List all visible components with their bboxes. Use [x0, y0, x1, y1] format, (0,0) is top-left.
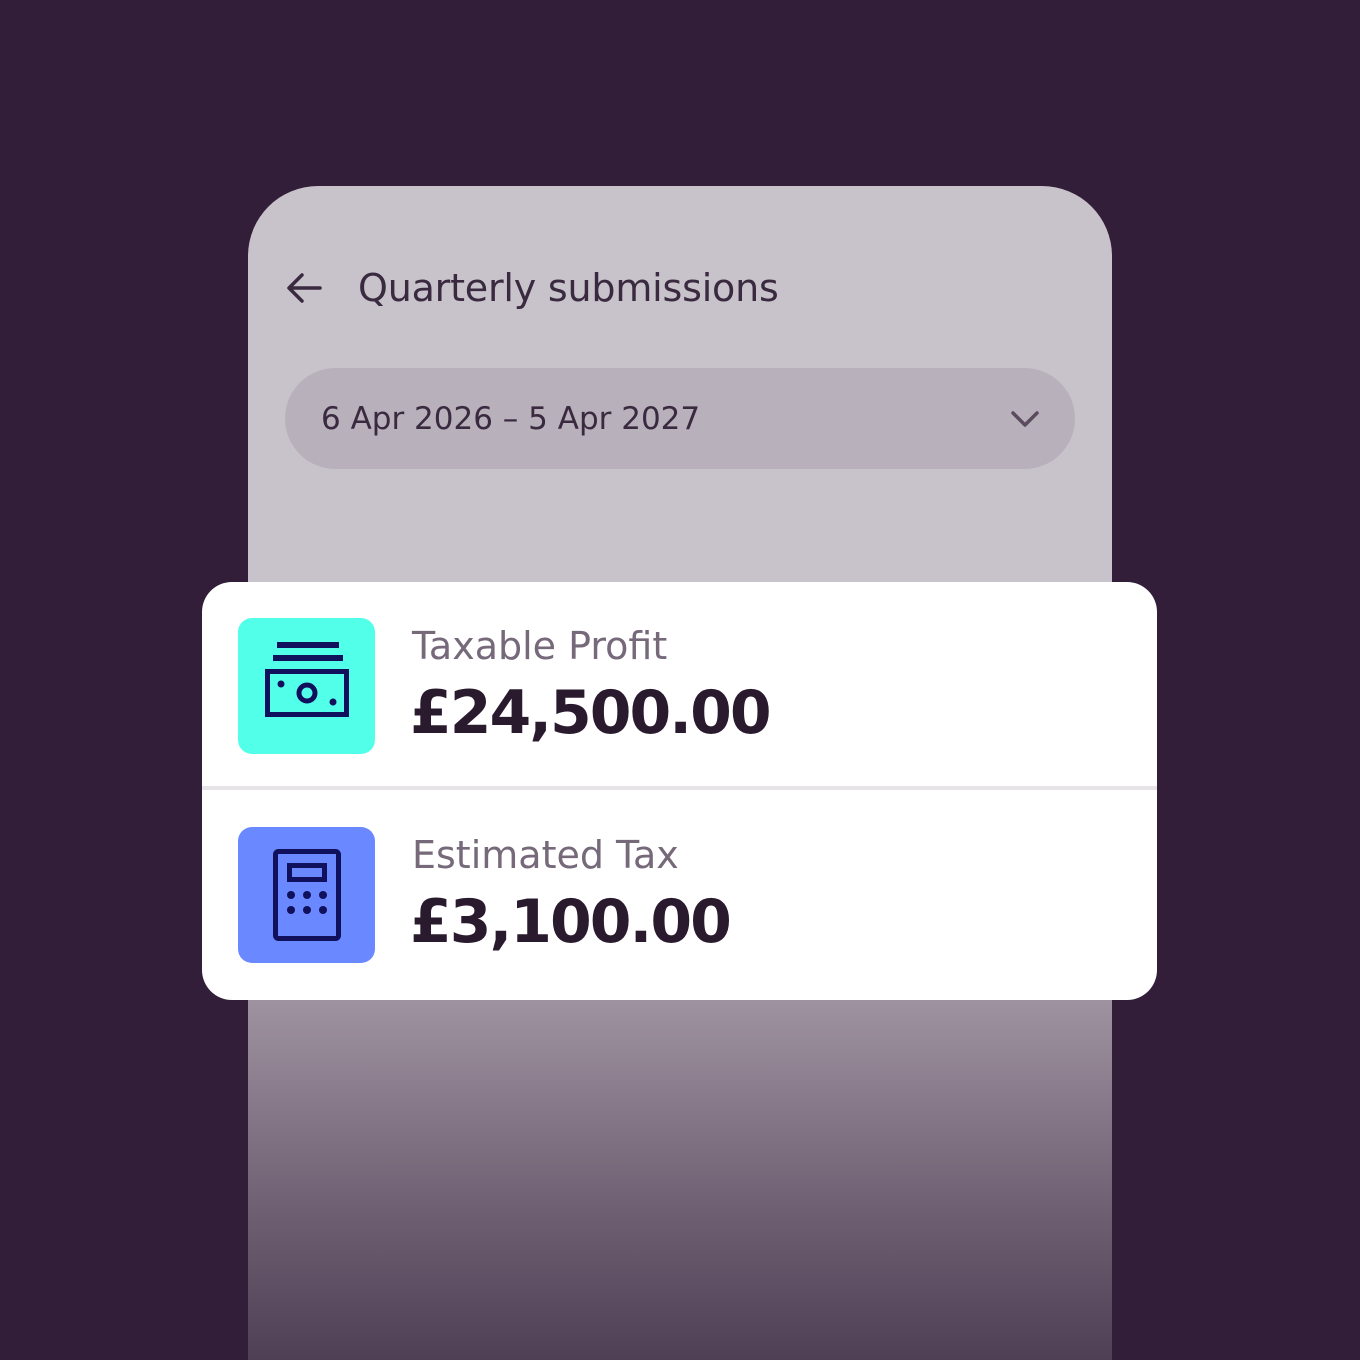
header: Quarterly submissions: [282, 264, 779, 312]
arrow-left-icon: [287, 273, 322, 303]
estimated-tax-amount: £3,100.00: [410, 887, 732, 957]
summary-card: Taxable Profit £24,500.00 Estimated Tax …: [202, 582, 1157, 1000]
taxable-profit-amount: £24,500.00: [410, 678, 772, 748]
divider: [202, 786, 1157, 790]
calculator-icon: [238, 827, 375, 963]
estimated-tax-row: Estimated Tax £3,100.00: [202, 791, 1157, 996]
period-select[interactable]: 6 Apr 2026 – 5 Apr 2027: [285, 368, 1075, 469]
taxable-profit-label: Taxable Profit: [412, 624, 668, 668]
page-title: Quarterly submissions: [358, 266, 779, 310]
taxable-profit-row: Taxable Profit £24,500.00: [202, 582, 1157, 787]
chevron-down-icon: [1005, 399, 1045, 439]
back-button[interactable]: [282, 266, 326, 310]
estimated-tax-label: Estimated Tax: [412, 833, 679, 877]
stage: Quarterly submissions 6 Apr 2026 – 5 Apr…: [0, 0, 1360, 1360]
banknotes-icon: [238, 618, 375, 754]
period-value: 6 Apr 2026 – 5 Apr 2027: [321, 400, 701, 437]
